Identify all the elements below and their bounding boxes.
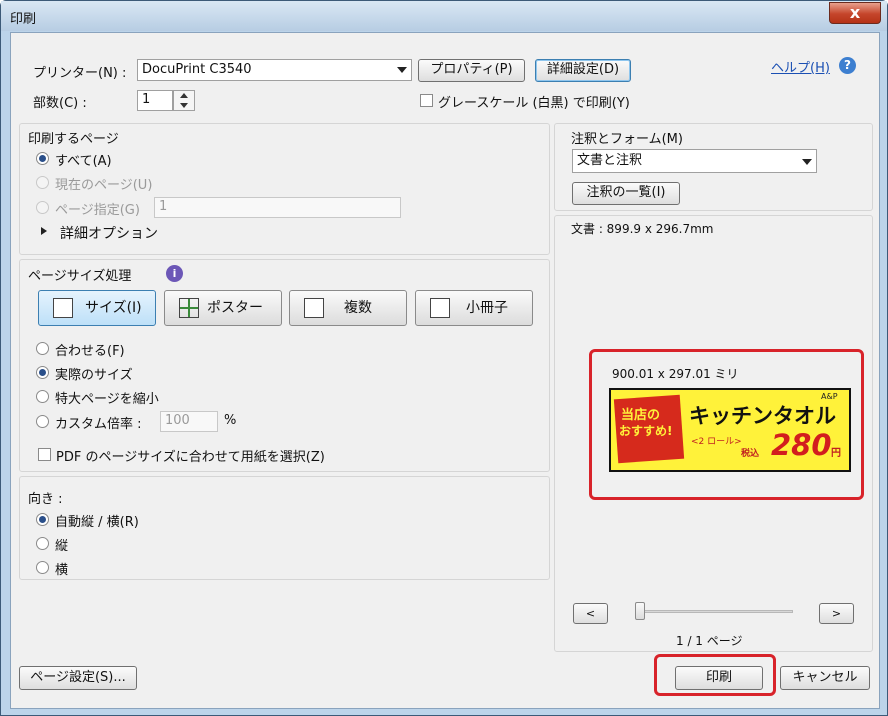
print-dialog: 印刷 x プリンター(N) : DocuPrint C3540 プロパティ(P)… (0, 0, 888, 716)
orientation-auto-radio[interactable] (36, 513, 49, 526)
comments-value: 文書と注釈 (577, 153, 643, 168)
more-options-label[interactable]: 詳細オプション (60, 223, 158, 243)
print-button[interactable]: 印刷 (675, 666, 763, 690)
size-button-label: サイズ(I) (85, 300, 142, 316)
pages-title: 印刷するページ (28, 132, 119, 147)
banner-price: 280 (771, 428, 832, 462)
booklet-button-label: 小冊子 (466, 300, 508, 316)
orientation-landscape-radio[interactable] (36, 561, 49, 574)
multiple-button[interactable]: 複数 (289, 290, 407, 326)
orientation-portrait-radio[interactable] (36, 537, 49, 550)
pdf-paper-checkbox[interactable] (38, 448, 51, 461)
printer-label: プリンター(N) : (33, 66, 127, 81)
cancel-button[interactable]: キャンセル (780, 666, 870, 690)
chevron-down-icon (802, 159, 812, 165)
banner-title: キッチンタオル (689, 404, 836, 428)
actual-size-radio[interactable] (36, 366, 49, 379)
comments-title: 注釈とフォーム(M) (571, 132, 683, 147)
banner-sub: <2 ロール> (691, 437, 742, 447)
help-link[interactable]: ヘルプ(H) (771, 57, 830, 76)
help-icon[interactable]: ? (839, 57, 856, 74)
comments-select[interactable]: 文書と注釈 (572, 149, 817, 173)
booklet-button[interactable]: 小冊子 (415, 290, 533, 326)
custom-scale-input[interactable]: 100 (160, 411, 218, 432)
comments-summary-button[interactable]: 注釈の一覧(I) (572, 182, 680, 205)
up-arrow-icon[interactable] (180, 93, 188, 98)
pages-all-label: すべて(A) (55, 154, 112, 169)
banner-tax: 税込 (741, 449, 760, 459)
multiple-button-label: 複数 (344, 300, 372, 316)
window-title: 印刷 (10, 12, 37, 27)
custom-scale-label: カスタム倍率 : (55, 417, 142, 432)
preview-panel: 文書 : 899.9 x 296.7mm 900.01 x 297.01 ミリ … (554, 215, 873, 652)
comments-forms-panel: 注釈とフォーム(M) 文書と注釈 注釈の一覧(I) (554, 123, 873, 211)
banner-left-line2: おすすめ! (619, 424, 673, 438)
orientation-title: 向き : (28, 492, 63, 507)
chevron-down-icon (397, 67, 407, 73)
grayscale-label: グレースケール (白黒) で印刷(Y) (438, 96, 630, 111)
shrink-radio[interactable] (36, 390, 49, 403)
orientation-panel: 向き : 自動縦 / 横(R) 縦 横 (19, 476, 550, 580)
document-size: 文書 : 899.9 x 296.7mm (571, 222, 714, 236)
copies-stepper[interactable] (173, 90, 195, 111)
pages-current-label: 現在のページ(U) (55, 178, 153, 193)
actual-size-label: 実際のサイズ (55, 368, 133, 383)
pages-panel: 印刷するページ すべて(A) 現在のページ(U) ページ指定(G) 1 詳細オプ… (19, 123, 550, 255)
booklet-icon (430, 298, 450, 318)
size-button[interactable]: サイズ(I) (38, 290, 156, 326)
printer-value: DocuPrint C3540 (142, 62, 252, 77)
grayscale-checkbox[interactable] (420, 94, 433, 107)
properties-button[interactable]: プロパティ(P) (418, 59, 525, 82)
fit-radio[interactable] (36, 342, 49, 355)
dialog-body: プリンター(N) : DocuPrint C3540 プロパティ(P) 詳細設定… (10, 32, 880, 709)
info-icon[interactable]: i (166, 265, 183, 282)
page-sizing-panel: ページサイズ処理 i サイズ(I) ポスター 複数 小冊子 合わせる(F) 実際… (19, 259, 550, 472)
banner-left-line1: 当店の (621, 408, 661, 423)
expand-triangle-icon[interactable] (41, 227, 47, 235)
page-slider-thumb[interactable] (635, 602, 645, 620)
page-slider-track[interactable] (641, 610, 793, 613)
size-icon (53, 298, 73, 318)
multiple-icon (304, 298, 324, 318)
orientation-portrait-label: 縦 (55, 539, 69, 554)
pages-range-label: ページ指定(G) (55, 203, 140, 218)
orientation-landscape-label: 横 (55, 563, 69, 578)
printer-select[interactable]: DocuPrint C3540 (137, 59, 412, 81)
pages-range-radio[interactable] (36, 201, 49, 214)
orientation-auto-label: 自動縦 / 横(R) (55, 515, 139, 530)
shrink-label: 特大ページを縮小 (55, 392, 159, 407)
fit-label: 合わせる(F) (55, 344, 125, 359)
pages-current-radio[interactable] (36, 176, 49, 189)
down-arrow-icon[interactable] (180, 103, 188, 108)
page-setup-button[interactable]: ページ設定(S)... (19, 666, 137, 690)
advanced-button[interactable]: 詳細設定(D) (535, 59, 631, 82)
banner-yen: 円 (831, 448, 841, 459)
close-button[interactable]: x (829, 2, 881, 24)
next-page-button[interactable]: > (819, 603, 854, 624)
paper-size: 900.01 x 297.01 ミリ (612, 367, 739, 381)
copies-input[interactable]: 1 (137, 90, 173, 111)
poster-icon (179, 298, 199, 318)
prev-page-button[interactable]: < (573, 603, 608, 624)
pages-range-input[interactable]: 1 (154, 197, 401, 218)
pdf-paper-label: PDF のページサイズに合わせて用紙を選択(Z) (56, 450, 325, 465)
poster-button[interactable]: ポスター (164, 290, 282, 326)
page-preview-image: 当店の おすすめ! A&P キッチンタオル <2 ロール> 税込 280 円 (609, 388, 851, 472)
custom-scale-radio[interactable] (36, 415, 49, 428)
sizing-title: ページサイズ処理 (28, 269, 132, 284)
poster-button-label: ポスター (207, 300, 263, 316)
page-info: 1 / 1 ページ (676, 634, 743, 648)
copies-label: 部数(C) : (33, 96, 87, 111)
pages-all-radio[interactable] (36, 152, 49, 165)
percent-label: % (224, 413, 237, 428)
title-bar: 印刷 x (1, 1, 887, 31)
